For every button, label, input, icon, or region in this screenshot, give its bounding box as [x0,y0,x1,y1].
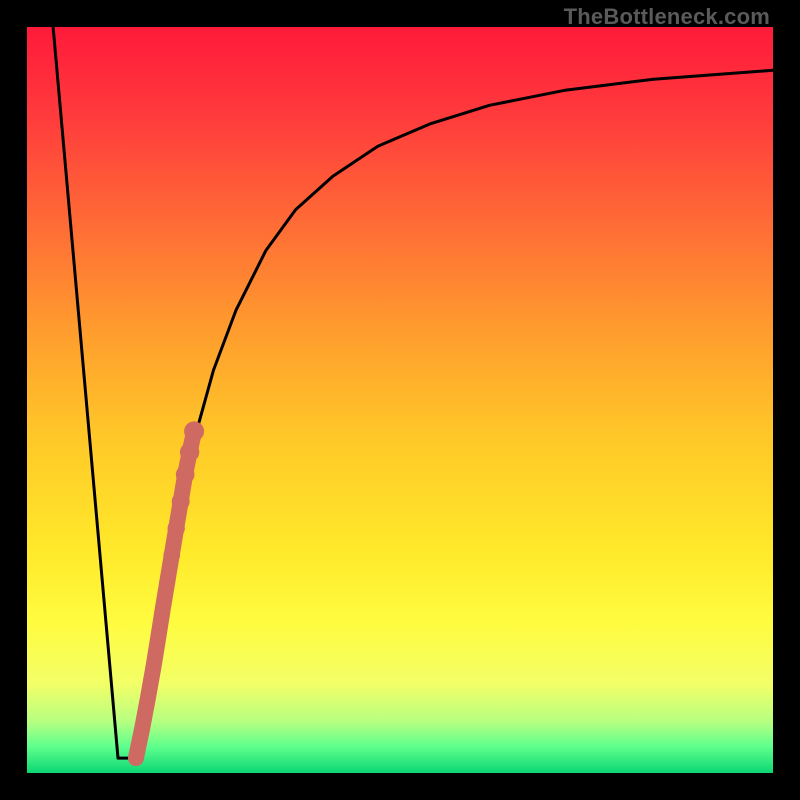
marker-dot [151,630,166,645]
marker-dot [184,421,204,441]
marker-dot [147,658,161,672]
marker-dot [180,443,199,462]
watermark-text: TheBottleneck.com [564,4,770,30]
plot-area [27,27,773,773]
chart-frame: TheBottleneck.com [0,0,800,800]
marker-dot [155,601,170,616]
marker-dot [168,520,185,537]
chart-svg [27,27,773,773]
marker-dot [141,692,154,705]
marker-dot [159,574,175,590]
marker-dot [130,752,142,764]
marker-dot [163,547,180,564]
marker-dot [136,723,149,736]
marker-dot [176,465,195,484]
marker-dot [172,492,190,510]
